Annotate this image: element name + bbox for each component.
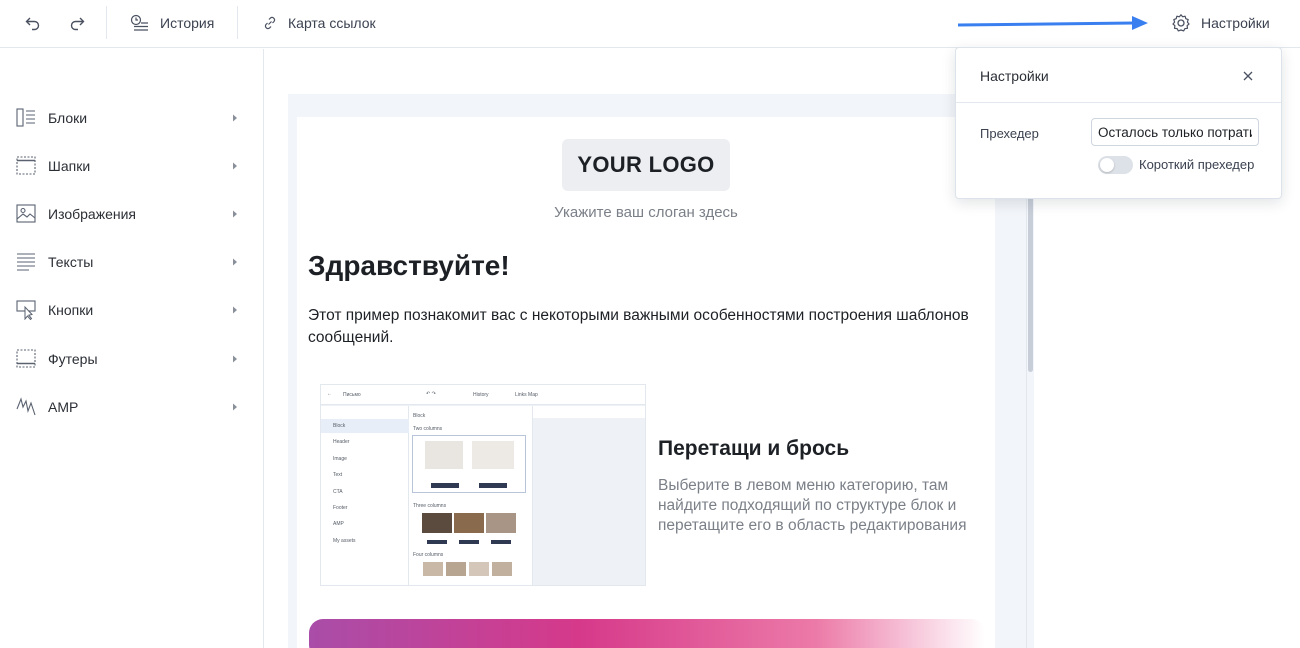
mini-four-columns: Four columns (413, 552, 444, 558)
chevron-right-icon (233, 210, 237, 218)
close-icon[interactable] (1242, 70, 1254, 82)
mini-menu-item: Image (333, 456, 347, 462)
mini-panel-title: Block (413, 413, 426, 419)
mini-menu-item: Text (333, 472, 343, 478)
redo-icon (70, 17, 85, 31)
mini-product-image (422, 513, 452, 533)
mini-title: Письмо (343, 392, 361, 398)
button-icon (16, 300, 36, 320)
mini-canvas-header (533, 406, 645, 418)
text-icon (17, 253, 35, 271)
sidebar-item-label: Блоки (48, 110, 88, 126)
toolbar-divider (106, 6, 107, 39)
footer-icon (16, 349, 36, 368)
mini-button (431, 483, 459, 488)
mini-linkmap: Links Map (515, 392, 538, 398)
mini-button (491, 540, 511, 544)
chevron-right-icon (233, 355, 237, 363)
sidebar-item-label: Футеры (48, 351, 98, 367)
mini-menu-item: AMP (333, 521, 344, 527)
settings-button[interactable]: Настройки (1171, 10, 1270, 36)
mini-product-image (469, 562, 489, 576)
email-intro-text[interactable]: Этот пример познакомит вас с некоторыми … (308, 305, 988, 349)
short-preheader-label: Короткий прехедер (1139, 157, 1255, 172)
toggle-knob (1100, 158, 1114, 172)
settings-label: Настройки (1201, 15, 1270, 31)
sidebar-item-label: Кнопки (48, 302, 94, 318)
mini-product-image (486, 513, 516, 533)
amp-icon (16, 397, 36, 416)
settings-popover: Настройки Прехедер Короткий прехедер (955, 47, 1282, 199)
mini-menu-item: Block (333, 423, 346, 429)
drag-drop-title[interactable]: Перетащи и брось (658, 437, 849, 461)
mini-sidebar (321, 406, 409, 585)
redo-button[interactable] (68, 10, 86, 36)
mini-button (427, 540, 447, 544)
sidebar-item-headers[interactable]: Шапки (0, 149, 264, 183)
header-icon (16, 156, 36, 175)
divider (956, 102, 1281, 103)
mini-history: History (473, 392, 489, 398)
mini-blocks-panel (409, 406, 533, 585)
preheader-label: Прехедер (980, 126, 1039, 141)
sidebar-item-images[interactable]: Изображения (0, 197, 264, 231)
chevron-right-icon (233, 162, 237, 170)
mini-button (459, 540, 479, 544)
history-button[interactable]: История (130, 10, 214, 36)
sidebar-item-label: Шапки (48, 158, 91, 174)
editor-preview-image[interactable]: ← Письмо ↶ ↷ History Links Map Block Hea… (320, 384, 646, 586)
email-slogan[interactable]: Укажите ваш слоган здесь (297, 204, 995, 221)
mini-product-image (492, 562, 512, 576)
mini-product-image (446, 562, 466, 576)
sidebar-item-buttons[interactable]: Кнопки (0, 293, 264, 327)
chevron-right-icon (233, 114, 237, 122)
mini-menu-item: My assets (333, 538, 356, 544)
mini-button (479, 483, 507, 488)
mini-three-columns: Three columns (413, 503, 447, 509)
mini-menu-item: Header (333, 439, 350, 445)
mini-product-image (423, 562, 443, 576)
chevron-right-icon (233, 403, 237, 411)
sidebar-item-label: Изображения (48, 206, 136, 222)
gear-icon (1172, 14, 1190, 32)
mini-menu-item: CTA (333, 489, 343, 495)
history-icon (130, 14, 148, 31)
chevron-right-icon (233, 258, 237, 266)
link-icon (264, 16, 276, 30)
sidebar-item-label: AMP (48, 399, 79, 415)
short-preheader-toggle[interactable] (1098, 156, 1133, 174)
sidebar-item-amp[interactable]: AMP (0, 390, 264, 424)
mini-undo-icon: ↶ ↷ (426, 391, 436, 397)
mini-back-icon: ← (327, 391, 332, 397)
sidebar-item-label: Тексты (48, 254, 94, 270)
drag-drop-text[interactable]: Выберите в левом меню категорию, там най… (658, 476, 988, 536)
undo-icon (25, 17, 40, 31)
undo-button[interactable] (24, 10, 42, 36)
blocks-icon (16, 108, 35, 127)
mini-product-image (425, 441, 463, 469)
email-greeting[interactable]: Здравствуйте! (308, 250, 510, 282)
annotation-arrow (958, 16, 1148, 30)
mini-product-image (472, 441, 514, 469)
sidebar-item-blocks[interactable]: Блоки (0, 101, 264, 135)
history-label: История (160, 15, 215, 31)
settings-title: Настройки (980, 68, 1049, 84)
link-map-button[interactable]: Карта ссылок (262, 10, 376, 36)
sidebar-item-footers[interactable]: Футеры (0, 342, 264, 376)
blocks-sidebar: Блоки Шапки Изображения Тексты Кнопки Фу… (0, 49, 264, 648)
sidebar-item-texts[interactable]: Тексты (0, 245, 264, 279)
chevron-right-icon (233, 306, 237, 314)
link-map-label: Карта ссылок (288, 15, 376, 31)
toolbar-divider (237, 6, 238, 39)
gradient-banner[interactable] (309, 619, 985, 648)
mini-two-columns: Two columns (413, 426, 443, 432)
mini-product-image (454, 513, 484, 533)
preheader-input[interactable] (1091, 118, 1259, 146)
email-logo[interactable]: YOUR LOGO (562, 139, 730, 191)
mini-menu-item: Footer (333, 505, 348, 511)
image-icon (16, 204, 36, 223)
